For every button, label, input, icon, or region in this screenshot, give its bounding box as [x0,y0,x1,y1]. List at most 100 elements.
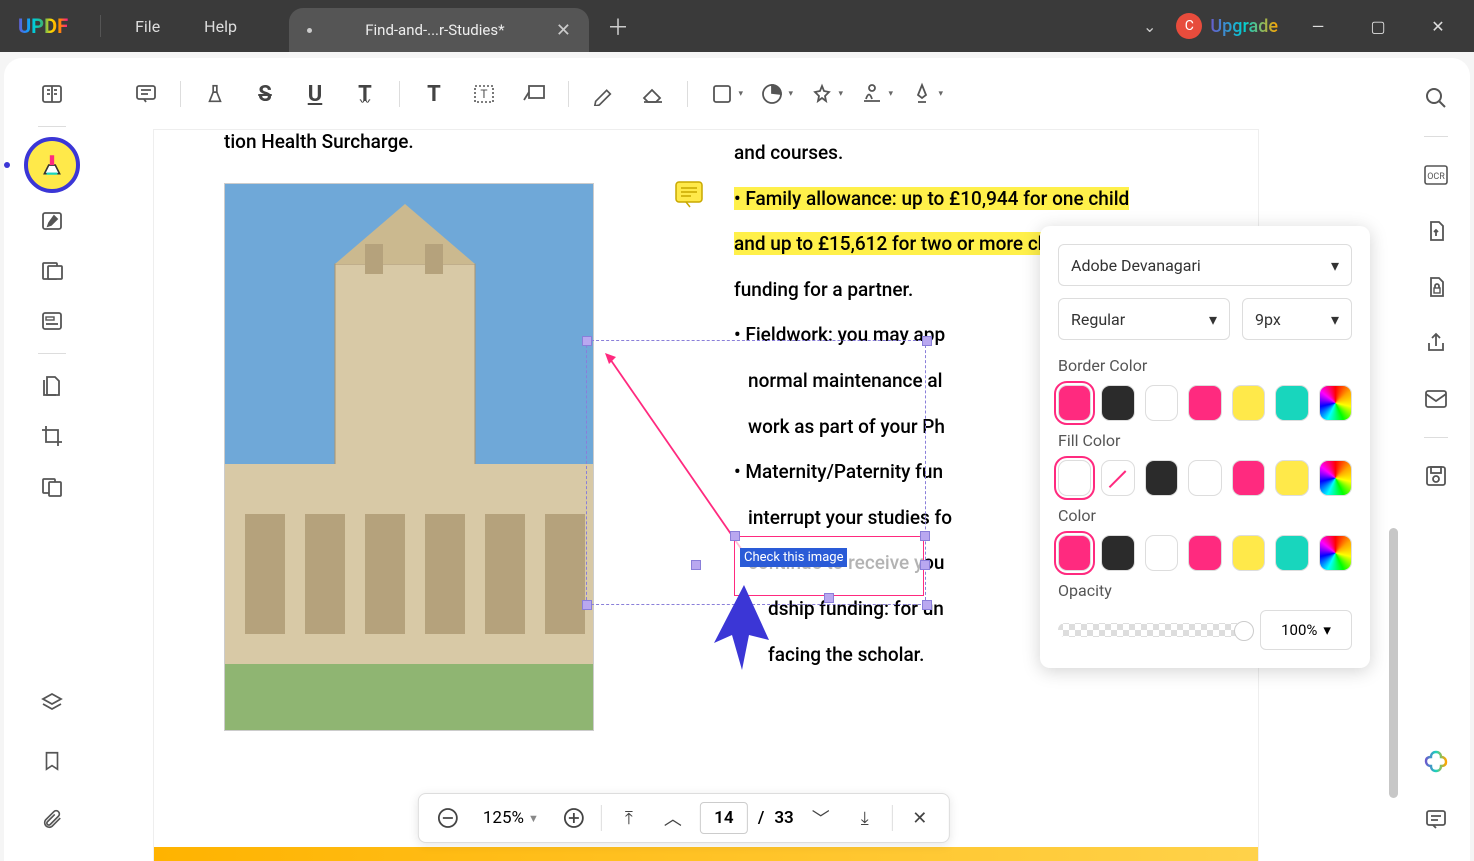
font-size-select[interactable]: 9px▾ [1242,298,1352,340]
swatch-white2[interactable] [1188,460,1221,496]
swatch-yellow[interactable] [1275,460,1308,496]
resize-handle[interactable] [922,600,932,610]
annotation-toolbar: S U T〰 T T [124,72,1360,116]
shape-tool-button[interactable] [700,74,744,114]
swatch-white[interactable] [1145,535,1178,571]
resize-handle[interactable] [730,531,740,541]
search-button[interactable] [1414,76,1458,120]
menu-help[interactable]: Help [182,17,259,36]
prev-page-button[interactable]: ︿ [656,801,690,835]
resize-handle[interactable] [920,560,930,570]
swatch-custom-color[interactable] [1319,385,1352,421]
zoom-level-select[interactable]: 125% ▼ [475,808,547,828]
signature-tool-button[interactable] [850,74,894,114]
pencil-tool-button[interactable] [581,74,625,114]
eraser-tool-button[interactable] [631,74,675,114]
swatch-pink2[interactable] [1188,385,1221,421]
crop-button[interactable] [30,414,74,458]
new-tab-button[interactable]: ＋ [607,10,629,42]
tabs-overflow-icon[interactable]: ⌄ [1143,17,1156,36]
swatch-black[interactable] [1101,385,1134,421]
resize-handle[interactable] [582,600,592,610]
comments-panel-button[interactable] [1414,797,1458,841]
sticker-tool-button[interactable] [750,74,794,114]
edit-mode-button[interactable] [30,199,74,243]
convert-button[interactable] [1414,209,1458,253]
opacity-slider[interactable] [1058,623,1248,637]
swatch-yellow[interactable] [1232,385,1265,421]
ocr-button[interactable]: OCR [1414,153,1458,197]
resize-handle[interactable] [922,336,932,346]
save-button[interactable] [1414,454,1458,498]
first-page-button[interactable]: ⤒ [612,801,646,835]
window-close-button[interactable]: ✕ [1418,10,1458,42]
form-mode-button[interactable] [30,299,74,343]
window-maximize-button[interactable]: ▢ [1358,10,1398,42]
close-nav-button[interactable]: ✕ [903,801,937,835]
page-tools-button[interactable] [30,364,74,408]
page-footer-decoration [154,847,1258,861]
textbox-tool-button[interactable]: T [462,74,506,114]
attachment-button[interactable] [30,797,74,841]
swatch-pink[interactable] [1232,460,1265,496]
swatch-custom-color[interactable] [1319,460,1352,496]
reader-mode-button[interactable] [30,72,74,116]
resize-handle[interactable] [691,560,701,570]
swatch-teal[interactable] [1275,535,1308,571]
upgrade-button[interactable]: C Upgrade [1176,13,1278,39]
left-sidebar [4,58,100,861]
text-tool-button[interactable]: T [412,74,456,114]
text-color-swatches [1058,535,1352,571]
swatch-none[interactable] [1101,460,1134,496]
comment-mode-button[interactable] [24,137,80,193]
next-page-button[interactable]: ﹀ [804,801,838,835]
opacity-value-select[interactable]: 100%▾ [1260,610,1352,650]
highlight-tool-button[interactable] [193,74,237,114]
callout-text[interactable]: Check this image [740,548,847,567]
border-color-swatches [1058,385,1352,421]
text-line: and courses. [734,130,1184,176]
highlighted-text: • Family allowance: up to £10,944 for on… [734,187,1129,210]
swatch-custom-color[interactable] [1319,535,1352,571]
swatch-white[interactable] [1145,385,1178,421]
swatch-pink[interactable] [1058,385,1091,421]
document-tab[interactable]: Find-and-...r-Studies* ✕ [289,8,589,52]
squiggly-tool-button[interactable]: T〰 [343,74,387,114]
resize-handle[interactable] [582,336,592,346]
zoom-out-button[interactable] [431,801,465,835]
menu-file[interactable]: File [113,17,182,36]
resize-handle[interactable] [824,593,834,603]
note-tool-button[interactable] [124,74,168,114]
resize-handle[interactable] [920,531,930,541]
swatch-yellow[interactable] [1232,535,1265,571]
swatch-white[interactable] [1058,460,1091,496]
swatch-pink[interactable] [1058,535,1091,571]
callout-tool-button[interactable] [512,74,556,114]
swatch-black[interactable] [1101,535,1134,571]
zoom-in-button[interactable] [557,801,591,835]
email-button[interactable] [1414,377,1458,421]
underline-tool-button[interactable]: U [293,74,337,114]
organize-mode-button[interactable] [30,249,74,293]
compare-button[interactable] [30,464,74,508]
tab-close-icon[interactable]: ✕ [556,20,571,41]
sticky-note-icon[interactable] [674,180,704,208]
layers-button[interactable] [30,681,74,725]
font-family-select[interactable]: Adobe Devanagari▾ [1058,244,1352,286]
font-weight-select[interactable]: Regular▾ [1058,298,1230,340]
pen-style-button[interactable] [900,74,944,114]
strikethrough-tool-button[interactable]: S [243,74,287,114]
swatch-black[interactable] [1145,460,1178,496]
last-page-button[interactable]: ⤓ [848,801,882,835]
window-minimize-button[interactable]: — [1298,10,1338,42]
swatch-teal[interactable] [1275,385,1308,421]
user-avatar: C [1176,13,1202,39]
swatch-pink2[interactable] [1188,535,1221,571]
bookmark-button[interactable] [30,739,74,783]
ai-button[interactable] [1414,739,1458,783]
scrollbar-thumb[interactable] [1389,528,1398,798]
protect-button[interactable] [1414,265,1458,309]
page-number-input[interactable] [700,802,748,834]
stamp-tool-button[interactable] [800,74,844,114]
share-button[interactable] [1414,321,1458,365]
